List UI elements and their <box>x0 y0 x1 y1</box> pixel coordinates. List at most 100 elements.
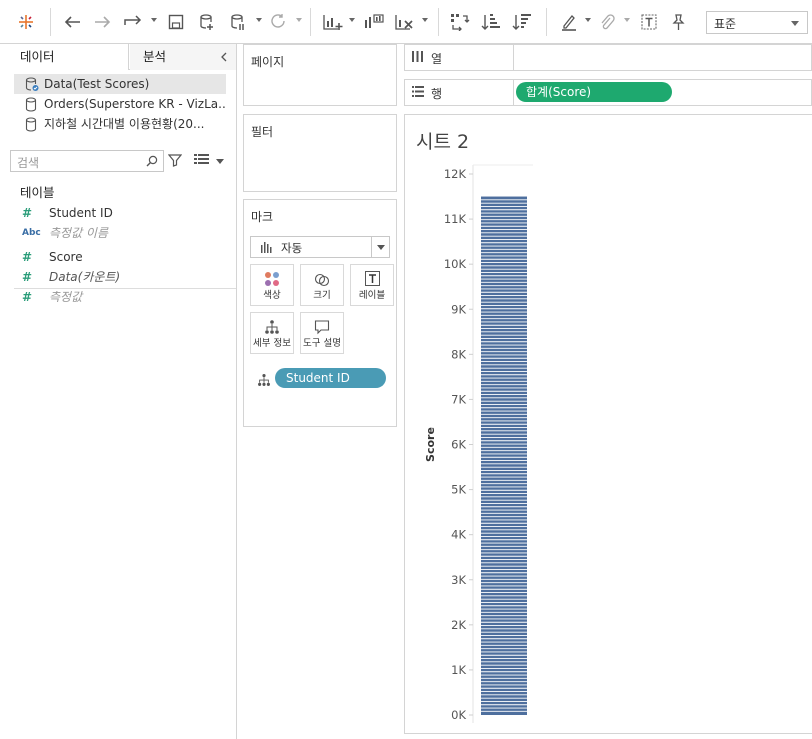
datasource-label: Data(Test Scores) <box>44 77 150 91</box>
number-icon: # <box>22 206 33 220</box>
size-label: 크기 <box>313 290 331 301</box>
number-icon: # <box>22 290 33 304</box>
group-caret-icon[interactable] <box>624 18 630 22</box>
tooltip-button[interactable]: 도구 설명 <box>300 312 344 354</box>
search-placeholder: 검색 <box>17 156 40 170</box>
database-check-icon <box>25 77 39 94</box>
mark-type-select[interactable]: 자동 <box>250 236 390 258</box>
search-field[interactable]: 검색 <box>10 150 164 172</box>
swap-icon[interactable] <box>449 9 471 35</box>
rows-shelf-label-box: 행 <box>405 80 514 105</box>
worksheet-view: 시트 2 0K 1K 2K 3K 4K 5K 6K 7K 8K 9K 10K 11K 12K Score <box>404 114 812 734</box>
duplicate-icon[interactable] <box>362 9 386 35</box>
detail-button[interactable]: 세부 정보 <box>250 312 294 354</box>
new-datasource-icon[interactable] <box>197 9 217 35</box>
label-button[interactable]: 레이블 <box>350 264 394 306</box>
redirect-caret-icon[interactable] <box>151 18 157 22</box>
datasource-item[interactable]: Orders(Superstore KR - VizLa... <box>14 94 226 114</box>
text-label-icon <box>351 271 393 286</box>
color-dots-icon <box>251 271 293 287</box>
data-pane: 데이터 분석 Data(Test Scores) Orders(Supersto… <box>0 44 237 739</box>
datasource-item[interactable]: Data(Test Scores) <box>14 74 226 94</box>
chevron-down-icon <box>371 237 389 257</box>
pause-caret-icon[interactable] <box>256 18 262 22</box>
string-icon: Abc <box>22 228 41 238</box>
field-name: Data(카운트) <box>49 270 121 284</box>
undo-icon[interactable] <box>61 9 83 35</box>
collapse-pane-icon[interactable] <box>220 51 228 65</box>
pages-title: 페이지 <box>251 55 285 69</box>
save-icon[interactable] <box>166 9 186 35</box>
filter-icon[interactable] <box>167 153 183 170</box>
database-icon <box>25 97 39 114</box>
new-worksheet-caret-icon[interactable] <box>349 18 355 22</box>
view-list-icon[interactable] <box>194 154 210 169</box>
field-name: Score <box>49 250 83 264</box>
filters-card[interactable]: 필터 <box>243 114 397 192</box>
mark-type-value: 자동 <box>281 241 303 255</box>
datasource-label: 지하철 시간대별 이용현황(20... <box>44 117 205 131</box>
clear-caret-icon[interactable] <box>422 18 428 22</box>
fit-select[interactable]: 표준 <box>706 11 808 34</box>
detail-pill-student-id[interactable]: Student ID <box>275 368 386 388</box>
bar-chart-icon <box>261 242 273 256</box>
field-name: 측정값 <box>49 290 83 304</box>
pause-datasource-icon[interactable] <box>228 9 248 35</box>
highlight-caret-icon[interactable] <box>585 18 591 22</box>
rows-icon <box>412 86 424 100</box>
divider <box>14 288 236 289</box>
tableau-logo-icon[interactable] <box>14 9 38 35</box>
rows-pill-sum-score[interactable]: 합계(Score) <box>516 82 672 102</box>
tab-data[interactable]: 데이터 <box>0 44 129 70</box>
clear-sheet-icon[interactable] <box>393 9 417 35</box>
highlight-icon[interactable] <box>558 9 580 35</box>
fit-select-value: 표준 <box>714 17 737 31</box>
label-label: 레이블 <box>358 290 386 301</box>
detail-hierarchy-icon <box>251 319 293 335</box>
y-tick-label: 0K <box>451 708 466 722</box>
datasource-label: Orders(Superstore KR - VizLa... <box>44 97 226 111</box>
tooltip-bubble-icon <box>301 319 343 335</box>
search-icon[interactable] <box>146 155 158 170</box>
group-paperclip-icon[interactable] <box>597 9 617 35</box>
size-circles-icon <box>301 271 343 287</box>
refresh-icon[interactable] <box>268 9 288 35</box>
sort-descending-icon[interactable] <box>511 9 533 35</box>
columns-label: 열 <box>431 52 443 66</box>
datasource-item[interactable]: 지하철 시간대별 이용현황(20... <box>14 114 226 134</box>
database-icon <box>25 117 39 134</box>
y-tick-label: 9K <box>451 302 466 316</box>
number-icon: # <box>22 270 33 284</box>
columns-shelf[interactable]: 열 <box>404 44 812 71</box>
columns-icon <box>412 51 424 65</box>
color-label: 색상 <box>263 290 281 301</box>
number-icon: # <box>22 250 33 264</box>
columns-shelf-label-box: 열 <box>405 45 514 70</box>
new-worksheet-icon[interactable] <box>321 9 345 35</box>
rows-shelf[interactable]: 행 합계(Score) <box>404 79 812 106</box>
show-labels-icon[interactable] <box>639 9 659 35</box>
refresh-caret-icon[interactable] <box>296 18 302 22</box>
data-pane-tabs: 데이터 분석 <box>0 44 236 70</box>
tables-section-title: 테이블 <box>20 185 55 200</box>
y-tick-label: 2K <box>451 618 466 632</box>
chevron-down-icon <box>791 21 799 26</box>
detail-hierarchy-icon <box>257 373 271 390</box>
detail-label: 세부 정보 <box>253 338 291 349</box>
y-tick-label: 3K <box>451 573 466 587</box>
marks-title: 마크 <box>251 210 274 224</box>
sort-ascending-icon[interactable] <box>480 9 502 35</box>
tooltip-label: 도구 설명 <box>303 338 341 349</box>
color-button[interactable]: 색상 <box>250 264 294 306</box>
size-button[interactable]: 크기 <box>300 264 344 306</box>
y-tick-label: 1K <box>451 663 466 677</box>
view-caret-icon[interactable] <box>216 159 224 164</box>
y-axis-title: Score <box>424 427 437 462</box>
redo-icon[interactable] <box>92 9 114 35</box>
y-tick-label: 8K <box>451 347 466 361</box>
pages-card[interactable]: 페이지 <box>243 44 397 106</box>
pin-icon[interactable] <box>668 9 688 35</box>
y-tick-label: 5K <box>451 483 466 497</box>
marks-card: 마크 자동 색상 크기 레이블 세부 정보 도구 설명 Student ID <box>243 199 397 427</box>
redirect-icon[interactable] <box>122 9 146 35</box>
